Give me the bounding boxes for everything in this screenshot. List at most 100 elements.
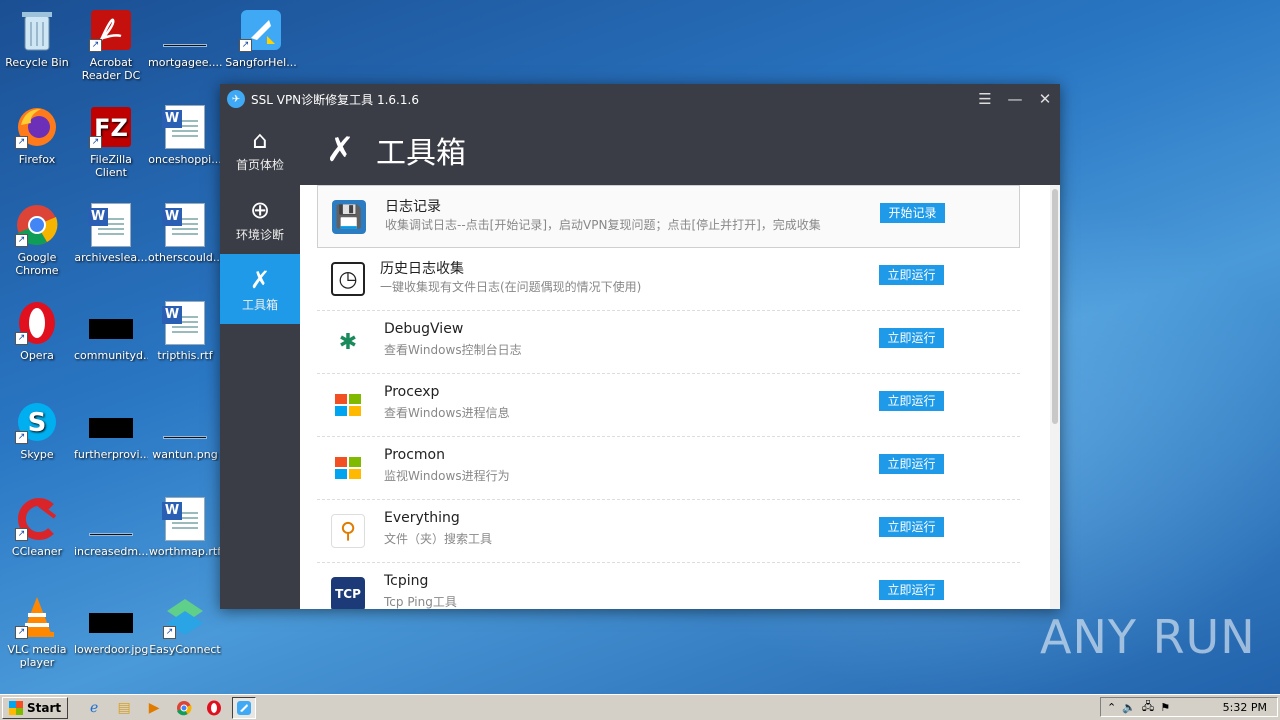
desktop-icon-label: Firefox: [18, 153, 56, 166]
tool-description: 查看Windows进程信息: [384, 406, 510, 420]
search-icon: ⚲: [331, 514, 365, 548]
run-button[interactable]: 立即运行: [879, 391, 944, 411]
desktop-icon-vlc[interactable]: ↗ VLC media player: [0, 595, 74, 669]
file-thumbnail-icon: [163, 8, 207, 52]
windows-icon: [331, 388, 365, 422]
clock[interactable]: 5:32 PM: [1223, 701, 1267, 714]
easyconnect-icon: ↗: [163, 595, 207, 639]
desktop-icon-sangforhel[interactable]: ↗ SangforHel...: [224, 8, 298, 69]
explorer-icon[interactable]: ▤: [112, 697, 136, 719]
tool-name: Procexp: [384, 384, 440, 400]
filezilla-icon: FZ ↗: [89, 105, 133, 149]
chrome-icon: ↗: [15, 203, 59, 247]
chevron-up-icon[interactable]: ⌃: [1107, 701, 1116, 714]
run-button[interactable]: 立即运行: [879, 517, 944, 537]
chrome-icon[interactable]: [172, 697, 196, 719]
acrobat-icon: ↗: [89, 8, 133, 52]
sidebar-item-env-diagnosis[interactable]: ⊕ 环境诊断: [220, 184, 300, 254]
desktop-icon-furtherprovi[interactable]: furtherprovi...: [74, 400, 148, 461]
run-button[interactable]: 立即运行: [879, 328, 944, 348]
opera-icon[interactable]: [202, 697, 226, 719]
title-bar[interactable]: ✈ SSL VPN诊断修复工具 1.6.1.6 ☰ — ✕: [220, 84, 1060, 114]
list-item: Procexp 查看Windows进程信息 立即运行: [317, 374, 1020, 437]
desktop-icon-recycle-bin[interactable]: Recycle Bin: [0, 8, 74, 69]
window-title: SSL VPN诊断修复工具 1.6.1.6: [251, 92, 419, 107]
desktop-icon-worthmap[interactable]: W worthmap.rtf: [148, 497, 222, 558]
desktop-icon-label: Opera: [20, 349, 54, 362]
bug-icon: ✱: [338, 329, 358, 355]
media-player-icon[interactable]: ▶: [142, 697, 166, 719]
desktop-icon-opera[interactable]: ↗ Opera: [0, 301, 74, 362]
desktop-icon-onceshoppi[interactable]: W onceshoppi...: [148, 105, 222, 166]
list-item: ✱ DebugView 查看Windows控制台日志 立即运行: [317, 311, 1020, 374]
sangfor-icon: ↗: [239, 8, 283, 52]
start-record-button[interactable]: 开始记录: [880, 203, 945, 223]
desktop-icon-label: VLC media player: [7, 643, 67, 669]
tool-name: 日志记录: [385, 199, 441, 215]
page-header: ✗ 工具箱: [300, 114, 1060, 185]
file-thumbnail-icon: [89, 497, 133, 541]
tool-description: Tcp Ping工具: [384, 595, 457, 609]
menu-button[interactable]: ☰: [970, 90, 1000, 108]
desktop-icon-skype[interactable]: S ↗ Skype: [0, 400, 74, 461]
image-thumbnail-icon: [89, 595, 133, 639]
desktop-icon-increasedm[interactable]: increasedm...: [74, 497, 148, 558]
desktop-icon-communityd[interactable]: communityd...: [74, 301, 148, 362]
desktop-icon-ccleaner[interactable]: ↗ CCleaner: [0, 497, 74, 558]
desktop-icon-label: onceshoppi...: [148, 153, 222, 166]
list-item: ⚲ Everything 文件（夹）搜索工具 立即运行: [317, 500, 1020, 563]
desktop-icon-mortgagee[interactable]: mortgagee....: [148, 8, 222, 69]
tools-icon: ✗: [326, 129, 355, 170]
tool-description: 监视Windows进程行为: [384, 469, 510, 483]
desktop-icon-filezilla[interactable]: FZ ↗ FileZilla Client: [74, 105, 148, 179]
sangfor-icon[interactable]: [232, 696, 257, 719]
desktop-icon-label: increasedm...: [74, 545, 148, 558]
ssl-vpn-tool-window: ✈ SSL VPN诊断修复工具 1.6.1.6 ☰ — ✕ ⌂ 首页体检 ⊕ 环…: [220, 84, 1060, 609]
list-item: Procmon 监视Windows进程行为 立即运行: [317, 437, 1020, 500]
desktop-icon-label: lowerdoor.jpg: [74, 643, 148, 656]
sidebar-item-home-check[interactable]: ⌂ 首页体检: [220, 114, 300, 184]
desktop-icon-tripthis[interactable]: W tripthis.rtf: [148, 301, 222, 362]
image-thumbnail-icon: [89, 301, 133, 345]
desktop-icon-firefox[interactable]: ↗ Firefox: [0, 105, 74, 166]
run-button[interactable]: 立即运行: [879, 265, 944, 285]
scrollbar-thumb[interactable]: [1052, 189, 1058, 424]
desktop-icon-label: worthmap.rtf: [148, 545, 222, 558]
desktop-icon-chrome[interactable]: ↗ Google Chrome: [0, 203, 74, 277]
floppy-log-icon: 💾: [332, 200, 366, 234]
network-icon[interactable]: 🖧: [1142, 698, 1154, 717]
ccleaner-icon: ↗: [15, 497, 59, 541]
desktop-icon-easyconnect[interactable]: ↗ EasyConnect: [148, 595, 222, 656]
tool-list: 💾 日志记录 收集调试日志--点击[开始记录]，启动VPN复现问题；点击[停止并…: [300, 185, 1060, 609]
ie-icon[interactable]: ℯ: [82, 697, 106, 719]
desktop-icon-archiveslea[interactable]: W archiveslea...: [74, 203, 148, 264]
volume-icon[interactable]: 🔈: [1122, 701, 1136, 714]
list-item: TCP Tcping Tcp Ping工具 立即运行: [317, 563, 1020, 609]
desktop-icon-otherscould[interactable]: W otherscould...: [148, 203, 222, 264]
list-item: ◷ 历史日志收集 一键收集现有文件日志(在问题偶现的情况下使用) 立即运行: [317, 248, 1020, 311]
desktop-icon-acrobat[interactable]: ↗ Acrobat Reader DC: [74, 8, 148, 82]
sidebar-item-toolbox[interactable]: ✗ 工具箱: [220, 254, 300, 324]
flag-icon[interactable]: ⚑: [1160, 701, 1170, 714]
sidebar: ⌂ 首页体检 ⊕ 环境诊断 ✗ 工具箱: [220, 114, 300, 609]
minimize-button[interactable]: —: [1000, 90, 1030, 108]
tool-name: Everything: [384, 510, 460, 526]
desktop-icon-wantun[interactable]: wantun.png: [148, 400, 222, 461]
clipboard-clock-icon: ◷: [331, 262, 365, 296]
home-icon: ⌂: [252, 125, 268, 154]
run-button[interactable]: 立即运行: [879, 580, 944, 600]
image-thumbnail-icon: [89, 400, 133, 444]
desktop-icon-label: FileZilla Client: [90, 153, 132, 179]
scrollbar[interactable]: [1050, 185, 1060, 609]
tool-description: 文件（夹）搜索工具: [384, 532, 493, 546]
desktop-icon-label: tripthis.rtf: [157, 349, 213, 362]
desktop-icon-lowerdoor[interactable]: lowerdoor.jpg: [74, 595, 148, 656]
desktop-icon-label: CCleaner: [11, 545, 63, 558]
desktop-icon-label: Recycle Bin: [5, 56, 69, 69]
start-label: Start: [27, 700, 62, 715]
tool-name: Procmon: [384, 447, 445, 463]
run-button[interactable]: 立即运行: [879, 454, 944, 474]
close-button[interactable]: ✕: [1030, 90, 1060, 108]
start-button[interactable]: Start: [2, 696, 69, 719]
desktop-icon-label: mortgagee....: [148, 56, 222, 69]
